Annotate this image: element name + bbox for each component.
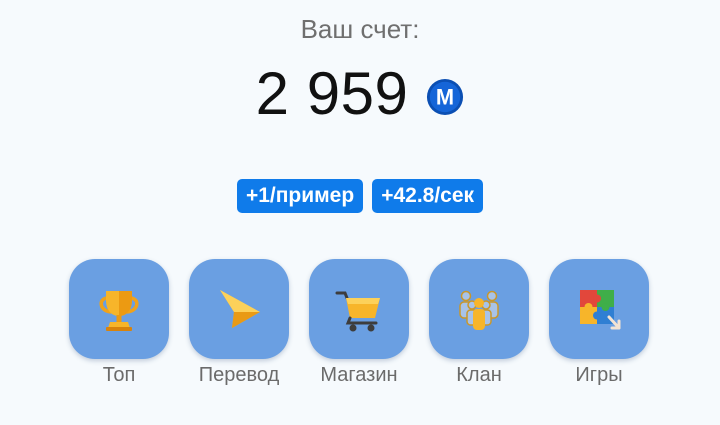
balance-value: 2 959 <box>255 60 409 127</box>
rate-per-second-badge: +42.8/сек <box>372 179 484 213</box>
nav-shop-tile[interactable] <box>309 259 409 359</box>
puzzle-icon <box>580 290 621 330</box>
nav-clan-button[interactable]: Клан <box>429 259 529 387</box>
coin-m-icon: M <box>427 78 464 116</box>
nav-clan-label: Клан <box>456 364 502 386</box>
nav-transfer-button[interactable]: Перевод <box>189 259 289 387</box>
balance-row: 2 959 M <box>0 58 720 130</box>
nav-clan-tile[interactable] <box>429 259 529 359</box>
nav-games-button[interactable]: Игры <box>549 259 649 387</box>
rate-badges: +1/пример +42.8/сек <box>0 179 720 213</box>
balance-label: Ваш счет: <box>300 14 420 44</box>
nav-top-label: Топ <box>102 364 136 386</box>
nav-transfer-tile[interactable] <box>189 259 289 359</box>
rate-per-example-badge: +1/пример <box>236 179 364 213</box>
trophy-icon <box>99 291 139 331</box>
coin-letter: M <box>436 85 454 110</box>
main-menu: Топ Перевод Магазин Клан Игры <box>69 259 649 387</box>
nav-top-button[interactable]: Топ <box>69 259 169 387</box>
nav-games-label: Игры <box>575 364 623 386</box>
nav-shop-label: Магазин <box>320 364 398 386</box>
nav-shop-button[interactable]: Магазин <box>309 259 409 387</box>
group-icon <box>459 290 499 330</box>
nav-top-tile[interactable] <box>69 259 169 359</box>
nav-transfer-label: Перевод <box>198 364 280 386</box>
shopping-cart-icon <box>335 291 380 332</box>
send-icon <box>220 290 260 328</box>
nav-games-tile[interactable] <box>549 259 649 359</box>
